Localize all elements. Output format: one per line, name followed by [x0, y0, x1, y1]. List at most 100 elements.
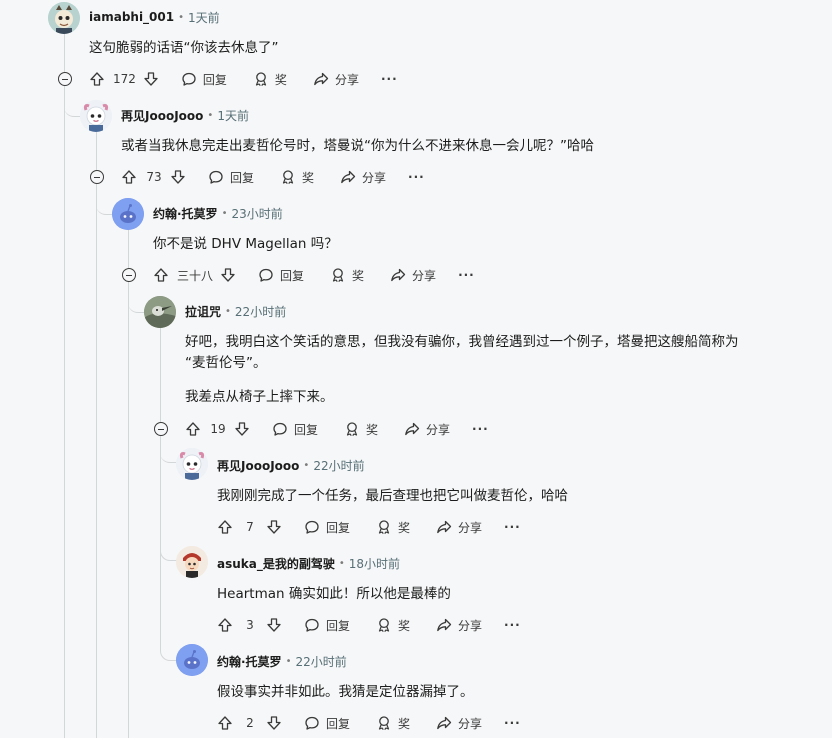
timestamp[interactable]: 22小时前 [295, 653, 346, 670]
share-arrow-icon [313, 71, 329, 87]
reply-button[interactable]: 回复 [304, 617, 350, 634]
award-button[interactable]: 奖 [376, 617, 410, 634]
arrow-up-icon [217, 519, 233, 535]
speech-bubble-icon [304, 617, 320, 633]
avatar[interactable] [112, 198, 144, 230]
award-button[interactable]: 奖 [344, 421, 378, 438]
award-button[interactable]: 奖 [330, 267, 364, 284]
more-options-button[interactable]: ··· [408, 170, 425, 184]
comment-text: “麦哲伦号”。 [185, 355, 267, 371]
timestamp[interactable]: 18小时前 [349, 555, 400, 572]
upvote-button[interactable] [217, 715, 233, 731]
thread-line-level-1[interactable] [96, 132, 97, 170]
speech-bubble-icon [258, 267, 274, 283]
share-button[interactable]: 分享 [390, 267, 436, 284]
share-button[interactable]: 分享 [404, 421, 450, 438]
downvote-button[interactable] [170, 169, 186, 185]
more-options-button[interactable]: ··· [504, 618, 521, 632]
thread-line-level-2[interactable] [128, 230, 129, 268]
thread-connector [64, 104, 80, 117]
username[interactable]: iamabhi_001 [89, 10, 174, 24]
upvote-button[interactable] [89, 71, 105, 87]
reply-button[interactable]: 回复 [208, 169, 254, 186]
comment-body: 你不是说 DHV Magellan 吗？ [153, 234, 338, 255]
timestamp[interactable]: 22小时前 [313, 457, 364, 474]
collapse-button[interactable] [154, 422, 168, 436]
downvote-button[interactable] [266, 715, 282, 731]
reply-button[interactable]: 回复 [181, 71, 227, 88]
upvote-button[interactable] [121, 169, 137, 185]
avatar[interactable] [176, 448, 208, 480]
timestamp[interactable]: 23小时前 [231, 205, 282, 222]
comment-meta: 拉诅咒 • 22小时前 [185, 302, 286, 320]
username[interactable]: 约翰·托莫罗 [217, 653, 282, 670]
more-options-button[interactable]: ··· [458, 268, 475, 282]
comment-meta: 再见JoooJooo • 1天前 [121, 106, 249, 124]
comment-actions: 172 回复 奖 分享 ··· [89, 68, 398, 90]
award-button[interactable]: 奖 [280, 169, 314, 186]
timestamp[interactable]: 1天前 [188, 9, 220, 26]
award-ribbon-icon [330, 267, 346, 283]
downvote-button[interactable] [266, 519, 282, 535]
share-button[interactable]: 分享 [436, 715, 482, 732]
comment-meta: asuka_是我的副驾驶 • 18小时前 [217, 554, 400, 572]
collapse-button[interactable] [122, 268, 136, 282]
thread-line-level-1-lower[interactable] [96, 184, 97, 738]
vote-score: 2 [246, 716, 254, 730]
comment-actions: 2 回复 奖 分享 ··· [217, 712, 521, 734]
avatar[interactable] [176, 644, 208, 676]
award-ribbon-icon [344, 421, 360, 437]
comment-text: 我刚刚完成了一个任务，最后查理也把它叫做麦哲伦，哈哈 [217, 488, 568, 504]
award-button[interactable]: 奖 [376, 519, 410, 536]
award-ribbon-icon [253, 71, 269, 87]
timestamp[interactable]: 22小时前 [235, 303, 286, 320]
downvote-button[interactable] [234, 421, 250, 437]
downvote-button[interactable] [143, 71, 159, 87]
upvote-button[interactable] [217, 519, 233, 535]
username[interactable]: 约翰·托莫罗 [153, 205, 218, 222]
share-arrow-icon [340, 169, 356, 185]
share-button[interactable]: 分享 [436, 519, 482, 536]
avatar[interactable] [176, 546, 208, 578]
arrow-down-icon [220, 267, 236, 283]
thread-line-level-2-lower[interactable] [128, 282, 129, 738]
downvote-button[interactable] [266, 617, 282, 633]
speech-bubble-icon [208, 169, 224, 185]
upvote-button[interactable] [153, 267, 169, 283]
more-options-button[interactable]: ··· [504, 520, 521, 534]
avatar[interactable] [80, 100, 112, 132]
downvote-button[interactable] [220, 267, 236, 283]
share-button[interactable]: 分享 [313, 71, 359, 88]
reply-button[interactable]: 回复 [272, 421, 318, 438]
share-button[interactable]: 分享 [340, 169, 386, 186]
upvote-button[interactable] [217, 617, 233, 633]
reply-label: 回复 [326, 618, 351, 633]
award-ribbon-icon [376, 519, 392, 535]
thread-line-level-3[interactable] [160, 328, 161, 422]
more-options-button[interactable]: ··· [472, 422, 489, 436]
collapse-button[interactable] [58, 72, 72, 86]
timestamp[interactable]: 1天前 [217, 107, 249, 124]
username[interactable]: 再见JoooJooo [121, 107, 203, 124]
thread-line-level-0-lower[interactable] [64, 86, 65, 738]
reply-button[interactable]: 回复 [304, 519, 350, 536]
username[interactable]: asuka_是我的副驾驶 [217, 555, 335, 572]
arrow-up-icon [89, 71, 105, 87]
award-label: 奖 [398, 618, 411, 633]
thread-line-level-0[interactable] [64, 34, 65, 72]
more-options-button[interactable]: ··· [381, 72, 398, 86]
share-button[interactable]: 分享 [436, 617, 482, 634]
reply-button[interactable]: 回复 [304, 715, 350, 732]
avatar[interactable] [144, 296, 176, 328]
username[interactable]: 再见JoooJooo [217, 457, 299, 474]
collapse-button[interactable] [90, 170, 104, 184]
upvote-button[interactable] [185, 421, 201, 437]
reply-button[interactable]: 回复 [258, 267, 304, 284]
award-button[interactable]: 奖 [253, 71, 287, 88]
more-options-button[interactable]: ··· [504, 716, 521, 730]
avatar[interactable] [48, 2, 80, 34]
share-label: 分享 [458, 520, 483, 535]
thread-connector [160, 536, 177, 561]
award-button[interactable]: 奖 [376, 715, 410, 732]
username[interactable]: 拉诅咒 [185, 303, 221, 320]
